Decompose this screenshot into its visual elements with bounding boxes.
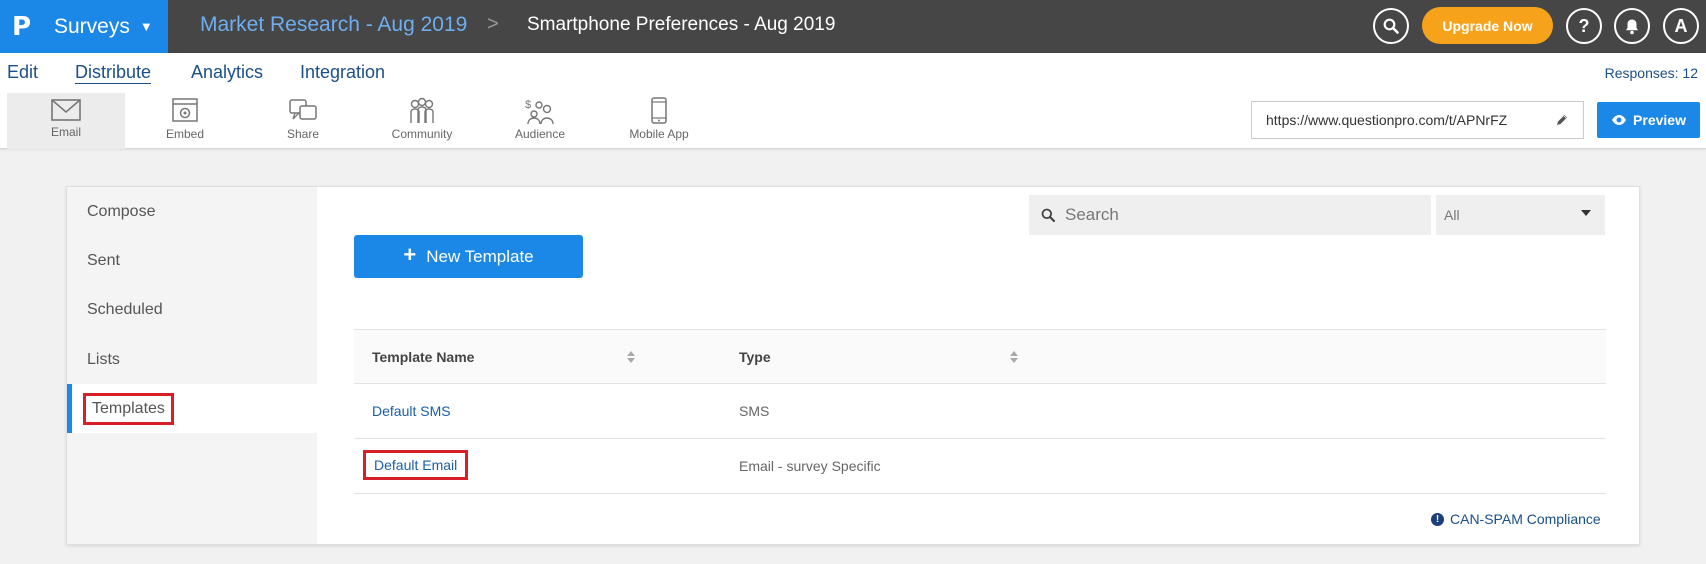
sidebar-item-label: Compose [87, 202, 156, 220]
sidebar-item-label: Sent [87, 251, 120, 269]
menu-edit[interactable]: Edit [7, 62, 38, 83]
tool-label: Embed [165, 127, 205, 141]
can-spam-compliance-link[interactable]: ! CAN-SPAM Compliance [1431, 511, 1601, 527]
question-mark-icon: ? [1578, 15, 1590, 36]
survey-url-field[interactable]: https://www.questionpro.com/t/APNrFZ [1251, 101, 1584, 139]
audience-icon: $ [525, 99, 554, 125]
top-bar: P Surveys ▼ Market Research - Aug 2019 >… [0, 0, 1706, 53]
table-header: Template Name Type [354, 329, 1606, 384]
survey-title: Smartphone Preferences - Aug 2019 [527, 14, 836, 35]
new-template-label: New Template [426, 246, 534, 266]
sidebar-item-compose[interactable]: Compose [67, 187, 317, 236]
templates-table: Template Name Type Default SMS SMS Defau… [354, 329, 1606, 494]
type-filter-select[interactable]: All [1436, 195, 1605, 235]
email-sidebar: Compose Sent Scheduled Lists Templates [67, 187, 317, 544]
tool-audience[interactable]: $ Audience [481, 93, 599, 149]
breadcrumb-folder-link[interactable]: Market Research - Aug 2019 [200, 13, 467, 37]
product-name: Surveys [54, 14, 130, 38]
plus-icon: + [403, 242, 417, 267]
can-spam-label: CAN-SPAM Compliance [1450, 511, 1601, 527]
envelope-icon [51, 99, 81, 121]
preview-button[interactable]: Preview [1597, 102, 1700, 138]
menu-distribute[interactable]: Distribute [75, 62, 151, 83]
column-header-type[interactable]: Type [739, 349, 771, 365]
product-switcher[interactable]: P Surveys ▼ [0, 0, 168, 53]
sidebar-item-templates[interactable]: Templates [67, 384, 317, 433]
menu-integration[interactable]: Integration [300, 62, 385, 83]
sort-icon[interactable] [1009, 351, 1019, 365]
tool-label: Audience [514, 127, 566, 141]
column-header-template-name[interactable]: Template Name [372, 349, 474, 365]
sidebar-item-scheduled[interactable]: Scheduled [67, 285, 317, 334]
email-templates-panel: Compose Sent Scheduled Lists Templates A… [66, 186, 1640, 545]
tool-email[interactable]: Email [7, 93, 125, 149]
search-icon [1383, 18, 1399, 34]
preview-label: Preview [1633, 112, 1686, 128]
notifications-button[interactable] [1614, 8, 1650, 44]
tool-mobile-app[interactable]: Mobile App [600, 93, 718, 149]
svg-text:$: $ [525, 99, 531, 111]
pencil-icon[interactable] [1541, 102, 1583, 138]
caret-down-icon [1581, 210, 1591, 216]
help-button[interactable]: ? [1566, 8, 1602, 44]
survey-menu-bar: Edit Distribute Analytics Integration Re… [0, 53, 1706, 93]
table-row: Default Email Email - survey Specific [354, 439, 1606, 494]
sidebar-item-lists[interactable]: Lists [67, 335, 317, 384]
info-icon: ! [1431, 512, 1444, 526]
tool-label: Community [391, 127, 453, 141]
survey-url-text[interactable]: https://www.questionpro.com/t/APNrFZ [1266, 112, 1538, 128]
filter-value: All [1444, 207, 1460, 223]
template-search[interactable] [1029, 195, 1431, 235]
tool-label: Mobile App [629, 127, 689, 141]
tool-embed[interactable]: Embed [126, 93, 244, 149]
menu-analytics[interactable]: Analytics [191, 62, 263, 83]
questionpro-logo: P [12, 11, 32, 42]
embed-icon [172, 98, 198, 122]
user-avatar-button[interactable]: A [1663, 8, 1699, 44]
mobile-icon [651, 97, 667, 124]
table-row: Default SMS SMS [354, 384, 1606, 439]
sidebar-item-label: Templates [83, 392, 174, 425]
tool-label: Share [286, 127, 320, 141]
search-button[interactable] [1373, 8, 1409, 44]
tool-share[interactable]: Share [244, 93, 362, 149]
template-type: SMS [739, 403, 770, 419]
sort-icon[interactable] [626, 351, 636, 365]
tool-community[interactable]: Community [363, 93, 481, 149]
eye-icon [1612, 115, 1627, 125]
template-name-link[interactable]: Default Email [363, 450, 469, 480]
search-icon [1041, 208, 1055, 222]
template-name-link[interactable]: Default SMS [372, 403, 451, 419]
community-icon [410, 97, 434, 123]
avatar-initial: A [1674, 15, 1688, 36]
upgrade-now-button[interactable]: Upgrade Now [1422, 7, 1553, 44]
search-input[interactable] [1065, 205, 1405, 225]
responses-count[interactable]: Responses: 12 [1605, 65, 1698, 81]
tool-label: Email [50, 125, 81, 139]
sidebar-item-label: Lists [87, 350, 120, 368]
sidebar-item-label: Scheduled [87, 300, 163, 318]
share-icon [289, 99, 317, 120]
caret-down-icon: ▼ [139, 19, 153, 34]
new-template-button[interactable]: + New Template [354, 235, 583, 278]
template-type: Email - survey Specific [739, 458, 881, 474]
bell-icon [1626, 19, 1638, 34]
distribute-toolbar: Email Embed Share Community $ Audience M… [0, 93, 1706, 149]
sidebar-item-sent[interactable]: Sent [67, 236, 317, 285]
chevron-right-icon: > [487, 13, 499, 35]
